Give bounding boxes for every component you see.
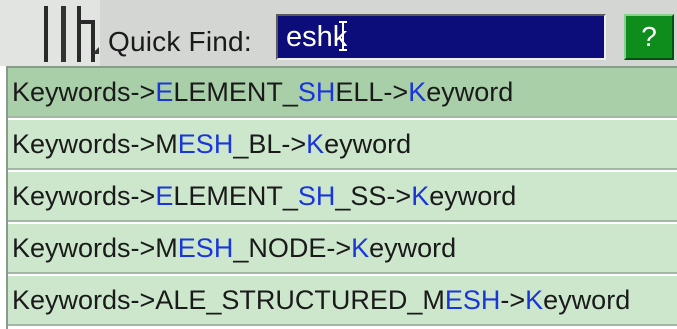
result-text: _NODE-> xyxy=(233,233,352,263)
result-item[interactable]: Keywords->ELEMENT_SHELL->Keyword xyxy=(8,68,677,118)
match-highlight: SH xyxy=(297,181,336,211)
match-highlight: K xyxy=(306,129,325,159)
match-highlight: ESH xyxy=(177,233,234,263)
result-text: eyword xyxy=(369,233,457,263)
result-text: ELL-> xyxy=(335,77,409,107)
toolbar-divider xyxy=(44,6,48,62)
quick-find-label: Quick Find: xyxy=(108,26,252,57)
toolbar-divider xyxy=(61,6,66,62)
help-button[interactable]: ? xyxy=(624,14,674,60)
match-highlight: E xyxy=(155,181,174,211)
result-text: _BL-> xyxy=(233,129,307,159)
match-highlight: SH xyxy=(297,77,336,107)
result-text: LEMENT_ xyxy=(173,77,298,107)
result-text: _SS-> xyxy=(335,181,412,211)
match-highlight: E xyxy=(155,77,174,107)
result-text: -> xyxy=(500,285,526,315)
match-highlight: K xyxy=(351,233,370,263)
quick-find-window: Quick Find: ? Keywords->ELEMENT_SHELL->K… xyxy=(0,0,677,329)
quick-find-toolbar: Quick Find: ? xyxy=(0,0,677,66)
match-highlight: K xyxy=(525,285,544,315)
result-text: Keywords->ALE_STRUCTURED_M xyxy=(12,285,445,315)
quick-find-results: Keywords->ELEMENT_SHELL->Keyword Keywords… xyxy=(0,66,677,329)
match-highlight: ESH xyxy=(444,285,501,315)
resize-corner-icon xyxy=(92,47,99,54)
result-text: Keywords->M xyxy=(12,129,178,159)
result-text: LEMENT_ xyxy=(173,181,298,211)
quick-find-input[interactable] xyxy=(276,14,606,60)
toolbar-grip-bar[interactable] xyxy=(91,20,95,62)
result-text: Keywords-> xyxy=(12,181,156,211)
match-highlight: K xyxy=(408,77,427,107)
result-item[interactable]: Keywords->MESH_NODE->Keyword xyxy=(8,224,677,274)
result-item[interactable]: Keywords->MESH_BL->Keyword xyxy=(8,120,677,170)
match-highlight: K xyxy=(411,181,430,211)
result-text: eyword xyxy=(429,181,517,211)
result-text: Keywords-> xyxy=(12,77,156,107)
result-text: eyword xyxy=(324,129,412,159)
result-text: eyword xyxy=(543,285,631,315)
toolbar-divider xyxy=(77,6,81,62)
result-text: Keywords->M xyxy=(12,233,178,263)
result-item[interactable]: Keywords->ELEMENT_SH_SS->Keyword xyxy=(8,172,677,222)
result-text: eyword xyxy=(426,77,514,107)
toolbar-grip-area xyxy=(0,0,100,66)
text-cursor-icon xyxy=(339,21,347,51)
result-item[interactable]: Keywords->ALE_STRUCTURED_MESH->Keyword xyxy=(8,276,677,326)
match-highlight: ESH xyxy=(177,129,234,159)
